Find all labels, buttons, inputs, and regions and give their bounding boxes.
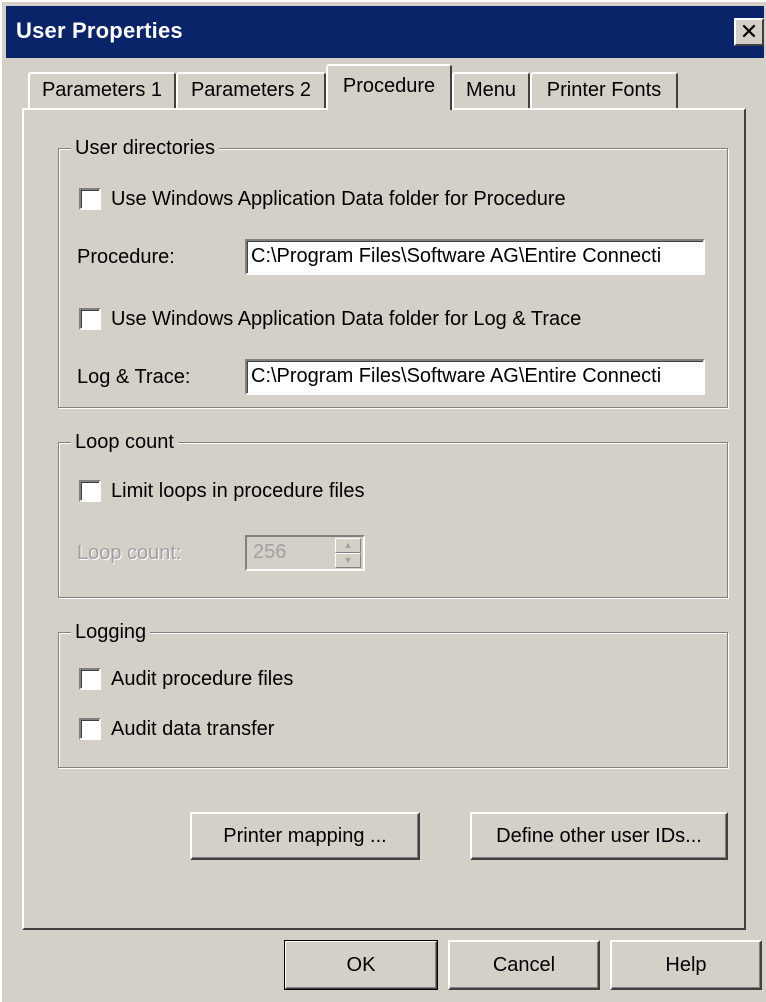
tab-label: Parameters 1	[41, 79, 163, 101]
title-bar[interactable]: User Properties ✕	[6, 6, 764, 58]
tab-label: Printer Fonts	[546, 79, 662, 101]
audit-procedure-label[interactable]: Audit procedure files	[111, 667, 293, 691]
spin-down-button[interactable]: ▼	[335, 553, 361, 568]
help-button[interactable]: Help	[610, 940, 762, 990]
tab-label: Procedure	[342, 75, 436, 97]
ok-button[interactable]: OK	[284, 940, 438, 990]
tab-procedure[interactable]: Procedure	[326, 64, 452, 110]
tab-printer-fonts[interactable]: Printer Fonts	[530, 72, 678, 108]
procedure-tab-page: User directories Use Windows Application…	[22, 108, 746, 930]
tab-parameters-2[interactable]: Parameters 2	[176, 72, 326, 108]
tab-menu[interactable]: Menu	[452, 72, 530, 108]
limit-loops-checkbox[interactable]	[79, 480, 101, 502]
spin-up-button[interactable]: ▲	[335, 538, 361, 553]
group-label: User directories	[71, 135, 220, 161]
logging-group: Logging Audit procedure files Audit data…	[58, 619, 728, 768]
use-appdata-log-checkbox[interactable]	[79, 308, 101, 330]
tab-parameters-1[interactable]: Parameters 1	[28, 72, 176, 108]
group-label: Logging	[71, 619, 151, 645]
user-properties-dialog: User Properties ✕ Parameters 1 Parameter…	[0, 0, 766, 1002]
button-label: OK	[346, 954, 376, 976]
use-appdata-procedure-checkbox[interactable]	[79, 188, 101, 210]
arrow-down-icon: ▼	[343, 555, 353, 565]
printer-mapping-button[interactable]: Printer mapping ...	[190, 812, 420, 860]
arrow-up-icon: ▲	[343, 540, 353, 550]
limit-loops-label[interactable]: Limit loops in procedure files	[111, 479, 364, 503]
user-directories-group: User directories Use Windows Application…	[58, 135, 728, 408]
button-label: Help	[665, 954, 707, 976]
procedure-path-input[interactable]: C:\Program Files\Software AG\Entire Conn…	[245, 239, 705, 275]
log-trace-path-input[interactable]: C:\Program Files\Software AG\Entire Conn…	[245, 359, 705, 395]
audit-procedure-checkbox[interactable]	[79, 668, 101, 690]
close-button[interactable]: ✕	[734, 18, 764, 46]
log-trace-label: Log & Trace:	[77, 366, 191, 388]
loop-count-group: Loop count Limit loops in procedure file…	[58, 429, 728, 598]
button-label: Define other user IDs...	[496, 825, 702, 847]
define-user-ids-button[interactable]: Define other user IDs...	[470, 812, 728, 860]
close-icon: ✕	[739, 19, 759, 44]
use-appdata-log-label[interactable]: Use Windows Application Data folder for …	[111, 307, 581, 331]
procedure-label: Procedure:	[77, 246, 175, 268]
use-appdata-procedure-label[interactable]: Use Windows Application Data folder for …	[111, 187, 566, 211]
button-label: Cancel	[492, 954, 556, 976]
audit-transfer-checkbox[interactable]	[79, 718, 101, 740]
audit-transfer-label[interactable]: Audit data transfer	[111, 717, 274, 741]
loop-count-label: Loop count:	[77, 542, 182, 564]
dialog-title: User Properties	[16, 18, 183, 43]
button-label: Printer mapping ...	[223, 825, 387, 847]
cancel-button[interactable]: Cancel	[448, 940, 600, 990]
tab-label: Parameters 2	[190, 79, 312, 101]
group-label: Loop count	[71, 429, 178, 455]
tab-label: Menu	[465, 79, 517, 101]
